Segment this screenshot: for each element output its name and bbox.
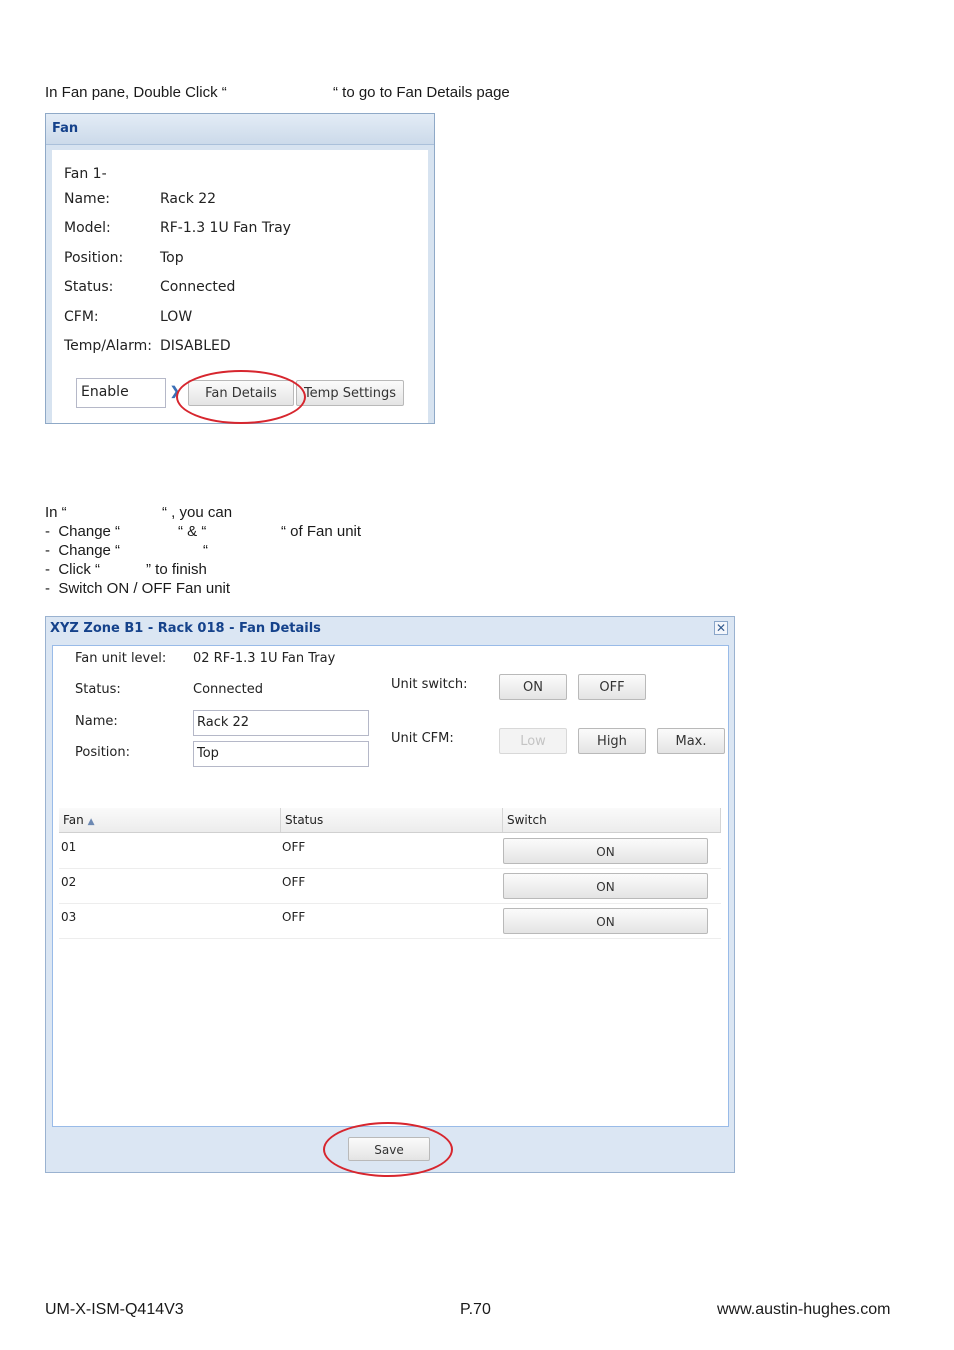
temp-settings-button[interactable]: Temp Settings [296,380,404,406]
cfm-low-button[interactable]: Low [499,728,567,754]
fan-model-label: Model: [64,220,111,236]
cfm-high-button[interactable]: High [578,728,646,754]
fan-details-window-title: XYZ Zone B1 - Rack 018 - Fan Details [50,621,321,636]
instruction-bullet-3-suffix: ” to finish [146,561,207,578]
fan-switch-button[interactable]: ON [503,908,708,934]
instruction-intro-prefix: In “ [45,504,67,521]
save-button[interactable]: Save [348,1137,430,1161]
fan-id-cell: 03 [61,910,77,924]
fan-column-label: Fan [63,813,84,827]
instruction-bullet-3-prefix: - Click “ [45,561,100,578]
unit-status-label: Status: [75,682,121,697]
fan-details-window-header: XYZ Zone B1 - Rack 018 - Fan Details ✕ [46,617,734,641]
table-row: 01 OFF ON [59,833,721,869]
fan-switch-button[interactable]: ON [503,838,708,864]
fan-id-cell: 01 [61,840,77,854]
cfm-max-button[interactable]: Max. [657,728,725,754]
unit-name-value: Rack 22 [197,715,250,730]
chevron-down-icon[interactable]: ❯ [170,384,180,398]
fan-status-label: Status: [64,279,114,295]
fan-column-header[interactable]: Fan ▲ [59,808,281,832]
fan-status-cell: OFF [282,875,306,889]
fan-temp-alarm-value: DISABLED [160,338,231,354]
fan-pane-title: Fan [52,121,79,136]
table-row: 03 OFF ON [59,903,721,939]
unit-position-field[interactable]: Top [193,741,369,767]
fan-switch-button[interactable]: ON [503,873,708,899]
enable-select-value: Enable [81,384,129,400]
unit-position-label: Position: [75,745,130,760]
fan-status-cell: OFF [282,840,306,854]
fan-details-panel: Fan unit level: 02 RF-1.3 1U Fan Tray St… [52,645,729,1127]
fan-model-value: RF-1.3 1U Fan Tray [160,220,291,236]
instruction-bullet-1-prefix: - Change “ [45,523,121,540]
unit-position-value: Top [197,746,219,761]
instruction-intro-suffix: “ , you can [162,504,233,521]
status-column-header[interactable]: Status [281,808,503,832]
fan-position-label: Position: [64,250,124,266]
enable-select[interactable]: Enable [76,378,166,408]
fan-pane-heading: Fan 1- [64,166,107,182]
fan-name-label: Name: [64,191,111,207]
instruction-bullet-2-suffix: “ [203,542,208,559]
unit-switch-label: Unit switch: [391,677,468,692]
instruction-bullet-1-middle: “ & “ [178,523,207,540]
unit-off-button[interactable]: OFF [578,674,646,700]
close-icon[interactable]: ✕ [714,621,728,635]
fan-details-button[interactable]: Fan Details [188,380,294,406]
unit-cfm-label: Unit CFM: [391,731,454,746]
fan-status-cell: OFF [282,910,306,924]
fan-name-value: Rack 22 [160,191,217,207]
unit-on-button[interactable]: ON [499,674,567,700]
fan-unit-level-value: 02 RF-1.3 1U Fan Tray [193,651,336,666]
fan-status-value: Connected [160,279,236,295]
document-id: UM-X-ISM-Q414V3 [45,1301,184,1318]
unit-status-value: Connected [193,682,264,697]
instruction-bullet-2-prefix: - Change “ [45,542,121,559]
fan-id-cell: 02 [61,875,77,889]
instruction-bullet-4: - Switch ON / OFF Fan unit [45,580,231,597]
fan-grid-header: Fan ▲ Status Switch [59,808,721,833]
unit-name-field[interactable]: Rack 22 [193,710,369,736]
fan-temp-alarm-label: Temp/Alarm: [64,338,152,354]
instruction-line-1-suffix: “ to go to Fan Details page [333,84,510,101]
fan-cfm-label: CFM: [64,309,99,325]
switch-column-header[interactable]: Switch [503,808,721,832]
instruction-line-1-prefix: In Fan pane, Double Click “ [45,84,227,101]
sort-ascending-icon: ▲ [87,817,95,827]
fan-details-window: XYZ Zone B1 - Rack 018 - Fan Details ✕ F… [45,616,735,1173]
table-row: 02 OFF ON [59,868,721,904]
fan-unit-level-label: Fan unit level: [75,651,167,666]
unit-name-label: Name: [75,714,118,729]
fan-pane-header: Fan [46,114,434,145]
website-link[interactable]: www.austin-hughes.com [717,1301,890,1319]
status-column-label: Status [285,813,324,827]
page-number: P.70 [460,1301,491,1318]
fan-position-value: Top [160,250,184,266]
fan-cfm-value: LOW [160,309,193,325]
instruction-bullet-1-suffix: “ of Fan unit [281,523,362,540]
switch-column-label: Switch [507,813,547,827]
